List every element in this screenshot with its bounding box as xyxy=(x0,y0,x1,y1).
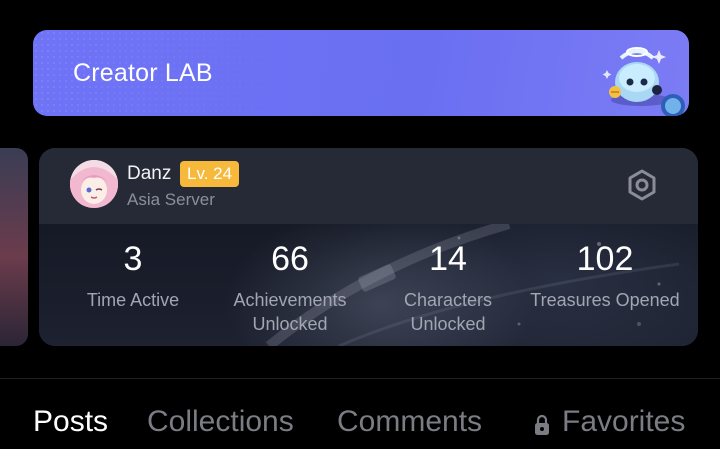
banner-title: Creator LAB xyxy=(73,59,213,87)
stat-value: 3 xyxy=(123,240,143,278)
previous-card-edge[interactable] xyxy=(0,148,28,346)
stat-value: 14 xyxy=(429,240,467,278)
server-label: Asia Server xyxy=(127,190,215,209)
stats-panel: 3 Time Active 66 Achievements Unlocked 1… xyxy=(39,224,698,346)
stat-value: 102 xyxy=(576,240,634,278)
creator-lab-banner[interactable]: Creator LAB xyxy=(33,30,689,116)
avatar[interactable] xyxy=(70,160,118,208)
username: Danz xyxy=(127,163,172,184)
stat-value: 66 xyxy=(271,240,309,278)
mascot-illustration-icon xyxy=(602,47,685,116)
avatar-image-icon xyxy=(70,160,118,208)
section-divider xyxy=(0,378,720,379)
settings-icon[interactable] xyxy=(625,168,659,202)
lock-icon xyxy=(535,414,549,435)
tab-favorites[interactable]: Favorites xyxy=(562,405,685,439)
stat-label: Treasures Opened xyxy=(530,290,680,310)
profile-card[interactable]: Danz Lv. 24 Asia Server 3 Time Active 66… xyxy=(39,148,698,346)
tab-collections[interactable]: Collections xyxy=(147,405,294,439)
stat-label: Characters Unlocked xyxy=(403,290,493,334)
profile-header: Danz Lv. 24 Asia Server xyxy=(39,148,698,224)
level-badge: Lv. 24 xyxy=(180,161,240,187)
tab-comments[interactable]: Comments xyxy=(337,405,482,439)
stat-label: Time Active xyxy=(86,290,180,310)
tab-posts[interactable]: Posts xyxy=(33,405,108,439)
stat-label: Achievements Unlocked xyxy=(233,290,347,334)
